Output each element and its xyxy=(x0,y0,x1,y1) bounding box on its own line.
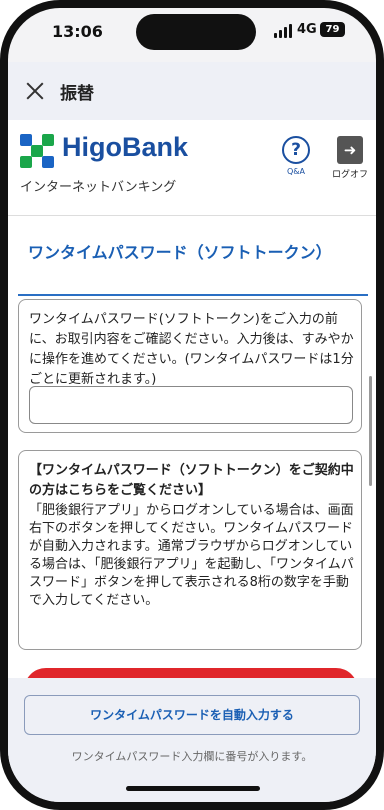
home-indicator xyxy=(126,786,260,791)
dynamic-island xyxy=(136,14,256,50)
qa-button[interactable]: ? Q&A xyxy=(280,136,312,182)
logoff-icon: ➜ xyxy=(337,136,363,164)
scrollbar[interactable] xyxy=(369,376,372,486)
section-divider xyxy=(18,294,368,296)
bottom-sheet: ワンタイムパスワードを自動入力する ワンタイムパスワード入力欄に番号が入ります。 xyxy=(8,678,376,802)
app-bar: 振替 xyxy=(8,62,376,120)
page-title: 振替 xyxy=(60,84,94,104)
autofill-hint: ワンタイムパスワード入力欄に番号が入ります。 xyxy=(71,750,313,763)
help-icon: ? xyxy=(282,136,310,164)
signal-icon xyxy=(274,24,294,38)
info-card: 【ワンタイムパスワード（ソフトトークン）をご契約中の方はこちらをご覧ください】 … xyxy=(18,450,362,650)
main-content: ワンタイムパスワード（ソフトトークン） ワンタイムパスワード(ソフトトークン)を… xyxy=(8,216,376,712)
autofill-otp-button[interactable]: ワンタイムパスワードを自動入力する xyxy=(24,695,360,735)
bank-header: HigoBank インターネットバンキング ? Q&A ➜ ログオフ xyxy=(8,120,376,216)
phone-frame: 13:06 4G 79 振替 HigoBank インターネットバンキング ? Q… xyxy=(0,0,384,810)
battery-icon: 79 xyxy=(320,22,345,37)
otp-instructions: ワンタイムパスワード(ソフトトークン)をご入力の前に、お取引内容をご確認ください… xyxy=(29,312,354,387)
logo-text: HigoBank xyxy=(62,132,189,162)
otp-card: ワンタイムパスワード(ソフトトークン)をご入力の前に、お取引内容をご確認ください… xyxy=(18,299,362,433)
qa-label: Q&A xyxy=(286,167,305,176)
info-heading: 【ワンタイムパスワード（ソフトトークン）をご契約中の方はこちらをご覧ください】 xyxy=(29,463,354,498)
otp-input[interactable] xyxy=(29,386,353,424)
higobank-logo-icon xyxy=(20,134,54,168)
close-icon[interactable] xyxy=(24,80,46,102)
screen: 13:06 4G 79 振替 HigoBank インターネットバンキング ? Q… xyxy=(8,8,376,802)
status-time: 13:06 xyxy=(52,22,103,41)
network-label: 4G xyxy=(297,22,317,37)
logoff-label: ログオフ xyxy=(331,170,368,180)
logo-subtitle: インターネットバンキング xyxy=(20,180,177,195)
info-body: 「肥後銀行アプリ」からログオンしている場合は、画面右下のボタンを押してください。… xyxy=(29,503,354,608)
status-bar: 13:06 4G 79 xyxy=(8,8,376,60)
section-title: ワンタイムパスワード（ソフトトークン） xyxy=(28,243,332,262)
logoff-button[interactable]: ➜ ログオフ xyxy=(330,136,370,182)
